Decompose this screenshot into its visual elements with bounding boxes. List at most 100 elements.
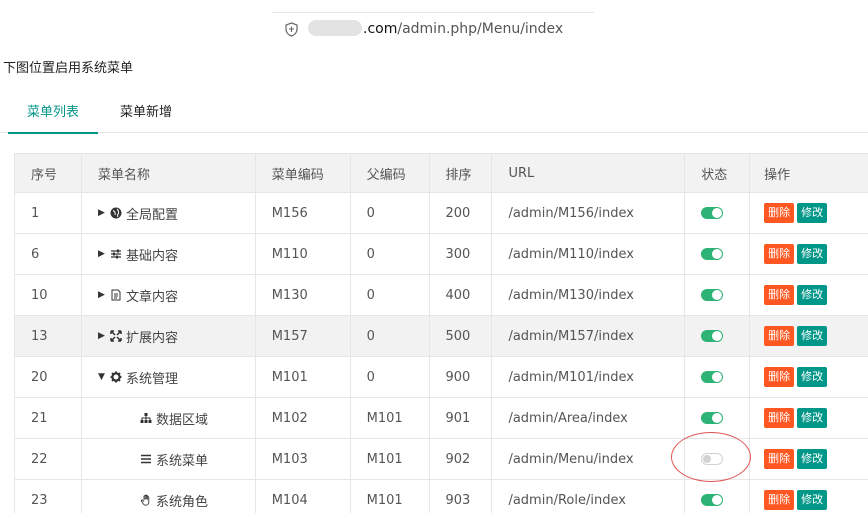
table-row: 13 ▶ 扩展内容 M157 0 500 /admin/M157/index 删… — [15, 316, 868, 357]
tab-menu-list[interactable]: 菜单列表 — [8, 97, 98, 134]
cell-parent: M101 — [351, 439, 430, 479]
edit-button[interactable]: 修改 — [797, 244, 828, 264]
cell-id: 22 — [15, 439, 82, 479]
url-text[interactable]: .com/admin.php/Menu/index — [363, 21, 563, 37]
expand-caret-icon[interactable]: ▶ — [98, 331, 110, 341]
cell-id: 6 — [15, 234, 82, 274]
status-toggle-off[interactable] — [701, 453, 724, 465]
table-row: 10 ▶ 文章内容 M130 0 400 /admin/M130/index 删… — [15, 275, 868, 316]
cell-actions: 删除 修改 — [750, 316, 868, 356]
header-actions: 操作 — [764, 167, 791, 183]
cell-sort: 901 — [430, 398, 493, 438]
menu-name: 扩展内容 — [125, 330, 178, 346]
delete-button[interactable]: 删除 — [764, 367, 795, 387]
status-toggle[interactable] — [701, 289, 724, 301]
cell-status — [685, 193, 751, 233]
table-row: 23 系统角色 M104 M101 903 /admin/Role/index … — [15, 480, 868, 513]
cell-status — [685, 357, 751, 397]
menu-name: 全局配置 — [125, 207, 178, 223]
edit-button[interactable]: 修改 — [797, 203, 828, 223]
cell-parent: M101 — [351, 480, 430, 513]
cell-url: /admin/M130/index — [492, 275, 686, 315]
delete-button[interactable]: 删除 — [764, 285, 795, 305]
edit-button[interactable]: 修改 — [797, 408, 828, 428]
cell-id: 21 — [15, 398, 82, 438]
cell-sort: 900 — [430, 357, 493, 397]
status-toggle[interactable] — [701, 330, 724, 342]
cell-status — [685, 234, 751, 274]
collapse-caret-icon[interactable]: ▼ — [98, 372, 110, 382]
delete-button[interactable]: 删除 — [764, 408, 795, 428]
expand-caret-icon[interactable]: ▶ — [98, 208, 110, 218]
cell-actions: 删除 修改 — [750, 439, 868, 479]
cell-parent: 0 — [351, 316, 430, 356]
table-row: 21 数据区域 M102 M101 901 /admin/Area/index … — [15, 398, 868, 439]
cell-actions: 删除 修改 — [750, 275, 868, 315]
status-toggle[interactable] — [701, 207, 724, 219]
edit-button[interactable]: 修改 — [797, 449, 828, 469]
status-toggle[interactable] — [701, 412, 724, 424]
cell-url: /admin/M157/index — [492, 316, 686, 356]
cell-code: M130 — [256, 275, 351, 315]
status-toggle[interactable] — [701, 494, 724, 506]
browser-address-bar[interactable]: .com/admin.php/Menu/index — [272, 0, 596, 42]
cell-sort: 200 — [430, 193, 493, 233]
cell-code: M157 — [256, 316, 351, 356]
menu-name: 基础内容 — [125, 248, 178, 264]
edit-button[interactable]: 修改 — [797, 367, 828, 387]
cell-id: 13 — [15, 316, 82, 356]
delete-button[interactable]: 删除 — [764, 449, 795, 469]
menu-name: 数据区域 — [155, 412, 208, 428]
cell-code: M156 — [256, 193, 351, 233]
edit-button[interactable]: 修改 — [797, 490, 828, 510]
edit-button[interactable]: 修改 — [797, 285, 828, 305]
menu-name: 文章内容 — [125, 289, 178, 305]
delete-button[interactable]: 删除 — [764, 490, 795, 510]
expand-icon — [110, 330, 123, 343]
cell-actions: 删除 修改 — [750, 193, 868, 233]
cell-code: M104 — [256, 480, 351, 513]
cell-actions: 删除 修改 — [750, 398, 868, 438]
cell-id: 20 — [15, 357, 82, 397]
cell-actions: 删除 修改 — [750, 234, 868, 274]
expand-caret-icon[interactable]: ▶ — [98, 290, 110, 300]
delete-button[interactable]: 删除 — [764, 244, 795, 264]
status-toggle[interactable] — [701, 248, 724, 260]
edit-button[interactable]: 修改 — [797, 326, 828, 346]
delete-button[interactable]: 删除 — [764, 326, 795, 346]
cell-name: ▼ 系统管理 — [82, 357, 256, 397]
cell-status — [685, 398, 751, 438]
cell-name: ▶ 基础内容 — [82, 234, 256, 274]
cell-url: /admin/M156/index — [492, 193, 686, 233]
cell-status — [685, 275, 751, 315]
cell-code: M102 — [256, 398, 351, 438]
document-icon — [110, 289, 123, 302]
annotation-note: 下图位置启用系统菜单 — [3, 61, 134, 76]
cell-id: 1 — [15, 193, 82, 233]
cell-url: /admin/Menu/index — [492, 439, 686, 479]
expand-caret-icon[interactable]: ▶ — [98, 249, 110, 259]
cell-url: /admin/M110/index — [492, 234, 686, 274]
address-bar-divider — [272, 12, 594, 13]
cell-url: /admin/M101/index — [492, 357, 686, 397]
cell-parent: 0 — [351, 234, 430, 274]
cell-actions: 删除 修改 — [750, 480, 868, 513]
status-toggle[interactable] — [701, 371, 724, 383]
cell-name: 系统角色 — [82, 480, 256, 513]
delete-button[interactable]: 删除 — [764, 203, 795, 223]
tab-menu-add[interactable]: 菜单新增 — [106, 97, 186, 133]
table-row: 1 ▶ 全局配置 M156 0 200 /admin/M156/index 删除… — [15, 193, 868, 234]
table-row: 6 ▶ 基础内容 M110 0 300 /admin/M110/index 删除… — [15, 234, 868, 275]
table-row: 20 ▼ 系统管理 M101 0 900 /admin/M101/index 删… — [15, 357, 868, 398]
cell-status — [685, 439, 751, 479]
cell-status — [685, 316, 751, 356]
header-status: 状态 — [685, 154, 751, 192]
cell-actions: 删除 修改 — [750, 357, 868, 397]
header-id: 序号 — [15, 154, 82, 192]
tab-bar: 菜单列表 菜单新增 — [0, 97, 868, 134]
shield-icon — [285, 22, 298, 37]
hand-icon — [140, 494, 153, 507]
header-code: 菜单编码 — [256, 154, 351, 192]
cell-name: 系统菜单 — [82, 439, 256, 479]
cell-sort: 400 — [430, 275, 493, 315]
